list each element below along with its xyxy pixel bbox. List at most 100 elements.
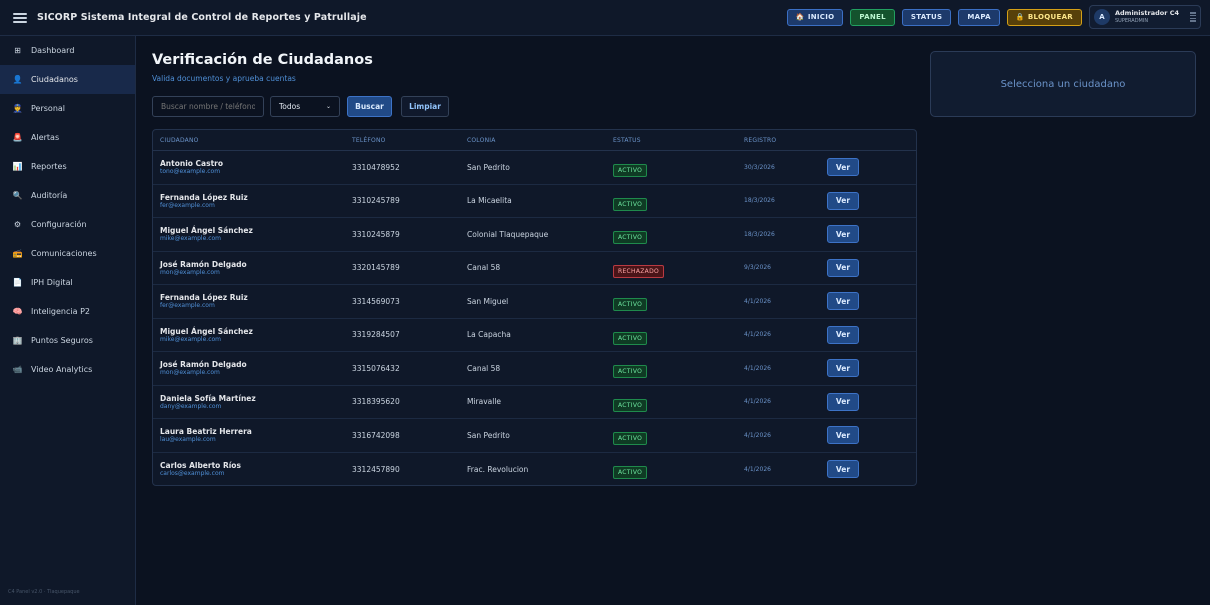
table-row[interactable]: Miguel Ángel Sánchez mike@example.com 3319… bbox=[153, 319, 916, 352]
registro-cell: 4/1/2026 bbox=[744, 465, 771, 473]
brain-icon: 🧠 bbox=[12, 306, 23, 316]
view-button[interactable]: Ver bbox=[827, 426, 859, 445]
lock-icon: 🔒 bbox=[1015, 13, 1025, 21]
home-icon: 🏠 bbox=[795, 13, 805, 21]
citizen-detail-panel: Selecciona un ciudadano bbox=[930, 51, 1196, 117]
sidebar-item-comunicaciones[interactable]: 📻 Comunicaciones bbox=[0, 239, 135, 268]
top-bar: SICORP Sistema Integral de Control de Re… bbox=[0, 0, 1210, 36]
status-button[interactable]: STATUS bbox=[901, 8, 952, 26]
header-colonia[interactable]: COLONIA bbox=[459, 137, 605, 144]
phone-cell: 3320145789 bbox=[352, 263, 400, 273]
sidebar-item-inteligencia-p2[interactable]: 🧠 Inteligencia P2 bbox=[0, 297, 135, 326]
police-icon: 👮 bbox=[12, 103, 23, 113]
view-button[interactable]: Ver bbox=[827, 392, 859, 411]
colonia-cell: Frac. Revolucion bbox=[467, 464, 529, 474]
citizen-name: Daniela Sofía Martínez bbox=[160, 393, 256, 403]
view-button[interactable]: Ver bbox=[827, 325, 859, 344]
sidebar-item-label: Ciudadanos bbox=[31, 75, 78, 84]
sidebar-item-label: Auditoría bbox=[31, 191, 68, 200]
sidebar-item-reportes[interactable]: 📊 Reportes bbox=[0, 152, 135, 181]
user-menu[interactable]: A Administrador C4 SUPERADMIN bbox=[1089, 5, 1201, 29]
radio-icon: 📻 bbox=[12, 248, 23, 258]
sidebar-item-ciudadanos[interactable]: 👤 Ciudadanos bbox=[0, 65, 135, 94]
table-row[interactable]: José Ramón Delgado mon@example.com 3315076… bbox=[153, 352, 916, 386]
citizen-name: Fernanda López Ruiz bbox=[160, 293, 248, 303]
actions-cell: Ver bbox=[827, 225, 916, 244]
view-button[interactable]: Ver bbox=[827, 460, 859, 479]
siren-icon: 🚨 bbox=[12, 132, 23, 142]
colonia-cell: La Micaelita bbox=[467, 196, 512, 206]
view-button[interactable]: Ver bbox=[827, 225, 859, 244]
bloquear-label: BLOQUEAR bbox=[1027, 13, 1073, 21]
table-row[interactable]: Carlos Alberto Ríos carlos@example.com 331… bbox=[153, 453, 916, 486]
view-button[interactable]: Ver bbox=[827, 191, 859, 210]
status-badge: ACTIVO bbox=[613, 432, 648, 446]
inicio-button[interactable]: 🏠 INICIO bbox=[786, 8, 844, 26]
sidebar-item-puntos-seguros[interactable]: 🏢 Puntos Seguros bbox=[0, 326, 135, 355]
phone-cell: 3316742098 bbox=[352, 430, 400, 440]
registro-cell: 18/3/2026 bbox=[744, 197, 775, 205]
citizen-cell: Antonio Castro tono@example.com bbox=[153, 159, 344, 175]
sidebar-item-dashboard[interactable]: ⊞ Dashboard bbox=[0, 36, 135, 65]
sidebar-item-iph-digital[interactable]: 📄 IPH Digital bbox=[0, 268, 135, 297]
mapa-button[interactable]: MAPA bbox=[958, 8, 1000, 26]
view-button[interactable]: Ver bbox=[827, 258, 859, 277]
actions-cell: Ver bbox=[827, 460, 916, 479]
phone-cell: 3310245879 bbox=[352, 229, 400, 239]
sidebar-item-personal[interactable]: 👮 Personal bbox=[0, 94, 135, 123]
limpiar-button[interactable]: Limpiar bbox=[401, 96, 449, 117]
phone-cell: 3315076432 bbox=[352, 363, 400, 373]
registro-cell: 4/1/2026 bbox=[744, 398, 771, 406]
table-header: CIUDADANO TELÉFONO COLONIA ESTATUS REGIS… bbox=[153, 130, 916, 151]
phone-cell: 3314569073 bbox=[352, 296, 400, 306]
sidebar-item-auditoría[interactable]: 🔍 Auditoría bbox=[0, 181, 135, 210]
registro-cell: 4/1/2026 bbox=[744, 431, 771, 439]
citizen-cell: Fernanda López Ruiz fer@example.com bbox=[153, 293, 344, 309]
status-label: STATUS bbox=[910, 13, 943, 21]
status-cell: ACTIVO bbox=[605, 325, 736, 345]
sidebar-item-label: IPH Digital bbox=[31, 278, 73, 287]
document-icon: 📄 bbox=[12, 277, 23, 287]
sidebar-item-label: Comunicaciones bbox=[31, 249, 97, 258]
view-button[interactable]: Ver bbox=[827, 359, 859, 378]
sidebar-item-alertas[interactable]: 🚨 Alertas bbox=[0, 123, 135, 152]
status-cell: ACTIVO bbox=[605, 224, 736, 245]
status-filter-select[interactable]: Todos ⌄ bbox=[270, 96, 340, 117]
grid-icon: ⊞ bbox=[14, 45, 21, 55]
citizens-table: CIUDADANO TELÉFONO COLONIA ESTATUS REGIS… bbox=[152, 129, 917, 486]
colonia-cell: San Pedrito bbox=[467, 430, 510, 440]
sidebar-item-label: Configuración bbox=[31, 220, 87, 229]
more-icon[interactable] bbox=[1190, 12, 1196, 22]
header-registro[interactable]: REGISTRO bbox=[736, 137, 827, 144]
status-badge: ACTIVO bbox=[613, 398, 648, 412]
actions-cell: Ver bbox=[827, 392, 916, 411]
sidebar-item-label: Dashboard bbox=[31, 46, 75, 55]
citizen-name: José Ramón Delgado bbox=[160, 360, 247, 370]
view-button[interactable]: Ver bbox=[827, 158, 859, 177]
table-row[interactable]: Daniela Sofía Martínez dany@example.com 33… bbox=[153, 386, 916, 419]
table-row[interactable]: Laura Beatriz Herrera lau@example.com 3316… bbox=[153, 419, 916, 453]
sidebar-item-video-analytics[interactable]: 📹 Video Analytics bbox=[0, 355, 135, 384]
panel-button[interactable]: PANEL bbox=[850, 8, 895, 26]
table-row[interactable]: Antonio Castro tono@example.com 3310478952… bbox=[153, 151, 916, 185]
header-estatus[interactable]: ESTATUS bbox=[605, 137, 736, 144]
search-input[interactable] bbox=[152, 96, 264, 117]
buscar-button[interactable]: Buscar bbox=[347, 96, 392, 117]
table-row[interactable]: José Ramón Delgado mon@example.com 3320145… bbox=[153, 252, 916, 285]
bloquear-button[interactable]: 🔒 BLOQUEAR bbox=[1006, 8, 1082, 26]
citizen-name: Miguel Ángel Sánchez bbox=[160, 326, 253, 336]
citizen-cell: Miguel Ángel Sánchez mike@example.com bbox=[153, 226, 344, 242]
sidebar-item-label: Reportes bbox=[31, 162, 67, 171]
table-row[interactable]: Miguel Ángel Sánchez mike@example.com 3310… bbox=[153, 218, 916, 252]
status-badge: ACTIVO bbox=[613, 298, 648, 312]
header-telefono[interactable]: TELÉFONO bbox=[344, 137, 459, 144]
view-button[interactable]: Ver bbox=[827, 292, 859, 311]
table-row[interactable]: Fernanda López Ruiz fer@example.com 331456… bbox=[153, 285, 916, 319]
citizen-name: Miguel Ángel Sánchez bbox=[160, 226, 253, 236]
menu-icon[interactable] bbox=[13, 12, 27, 23]
sidebar-item-configuración[interactable]: ⚙ Configuración bbox=[0, 210, 135, 239]
table-row[interactable]: Fernanda López Ruiz fer@example.com 331024… bbox=[153, 185, 916, 218]
header-ciudadano[interactable]: CIUDADANO bbox=[153, 137, 344, 144]
status-cell: ACTIVO bbox=[605, 191, 736, 211]
citizen-email: mon@example.com bbox=[160, 268, 220, 276]
